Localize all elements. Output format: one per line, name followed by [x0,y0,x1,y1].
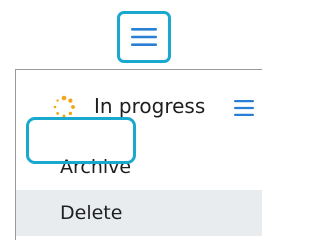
hamburger-icon[interactable] [232,98,256,118]
menu-item-delete[interactable]: Delete [16,190,262,236]
status-label: In progress [94,94,206,118]
dropdown-panel: In progress Archive Delete [15,69,262,240]
menu-item-label: Archive [60,156,132,178]
status-row: In progress [16,70,262,138]
menu-item-label: Delete [60,202,123,224]
menu-item-archive[interactable]: Archive [16,144,262,190]
menu-list: Archive Delete [16,144,262,236]
hamburger-icon [131,28,157,46]
spinner-icon [53,95,75,118]
open-menu-button[interactable] [117,11,171,63]
